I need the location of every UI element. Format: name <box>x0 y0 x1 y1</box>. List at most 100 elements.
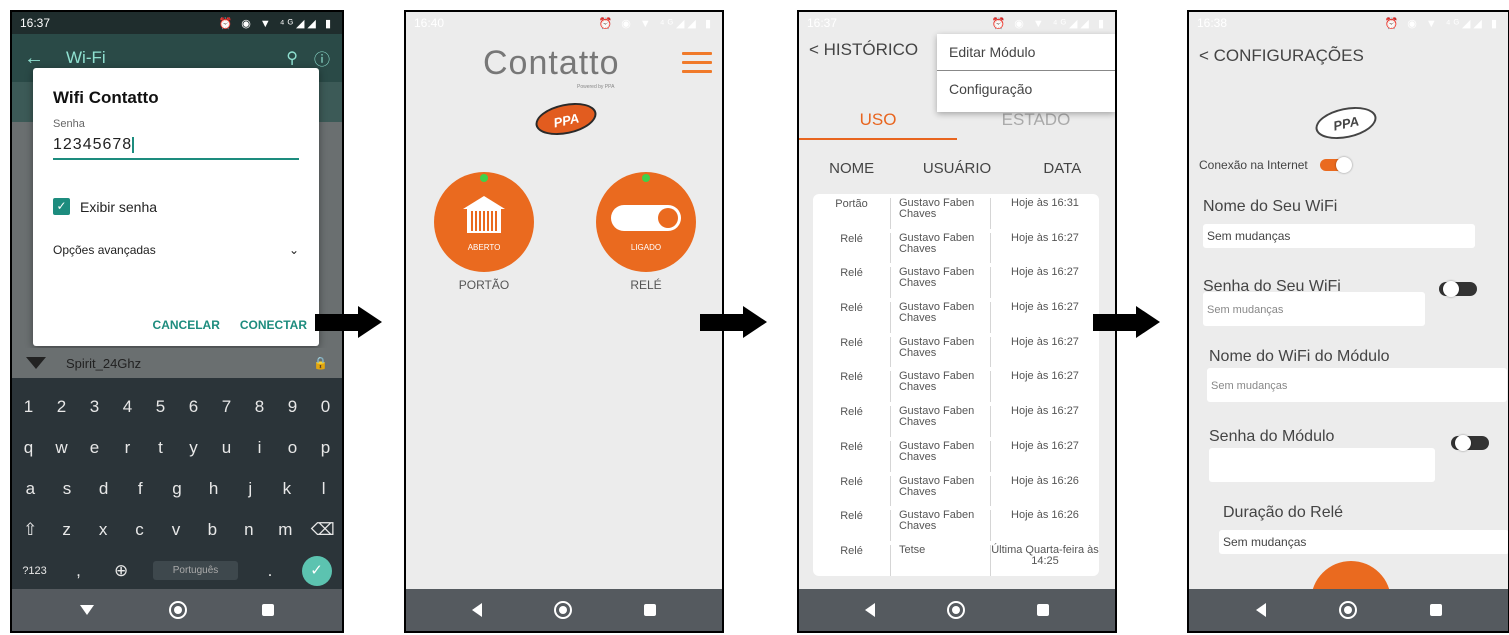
keyboard-key[interactable]: e <box>84 438 106 458</box>
advanced-options[interactable]: Opções avançadas ⌄ <box>53 243 299 257</box>
settings-back-title[interactable]: < CONFIGURAÇÕES <box>1199 46 1364 66</box>
keyboard-key[interactable]: 6 <box>183 397 205 417</box>
recents-icon[interactable] <box>262 604 275 616</box>
keyboard-key[interactable]: 0 <box>315 397 337 417</box>
menu-item-configuration[interactable]: Configuração <box>937 71 1115 107</box>
keyboard-key[interactable]: k <box>276 479 298 499</box>
home-icon[interactable] <box>168 601 187 619</box>
keyboard-key[interactable]: t <box>150 438 172 458</box>
keyboard-key[interactable]: r <box>117 438 139 458</box>
home-icon[interactable] <box>554 601 572 619</box>
keyboard-key[interactable]: 7 <box>216 397 238 417</box>
relay-duration-field[interactable]: Sem mudanças <box>1219 530 1508 554</box>
keyboard-key[interactable]: w <box>51 438 73 458</box>
keyboard-key[interactable]: y <box>183 438 205 458</box>
home-icon[interactable] <box>1338 601 1357 619</box>
status-time: 16:38 <box>1197 16 1228 30</box>
globe-icon[interactable]: ⊕ <box>110 561 132 581</box>
comma-key[interactable]: , <box>67 561 89 581</box>
keyboard-function-row: ?123 , ⊕ Português . ✓ <box>12 550 342 591</box>
keyboard-key[interactable]: ⌫ <box>311 520 335 540</box>
module-wifi-field[interactable]: Sem mudanças <box>1207 368 1507 402</box>
gate-button[interactable]: ABERTO <box>434 172 534 272</box>
keyboard-key[interactable]: v <box>165 520 187 540</box>
table-row: Relé Gustavo Faben Chaves Hoje às 16:27 <box>813 229 1099 264</box>
internet-connection-row: Conexão na Internet <box>1199 157 1352 173</box>
history-back-title[interactable]: < HISTÓRICO <box>809 40 918 60</box>
dialog-title: Wifi Contatto <box>53 88 159 107</box>
back-arrow-icon[interactable]: ← <box>24 47 44 70</box>
module-password-field[interactable] <box>1209 448 1435 482</box>
password-input[interactable]: 12345678 <box>53 136 299 160</box>
internet-toggle[interactable] <box>1319 157 1352 173</box>
enter-key[interactable]: ✓ <box>301 555 332 586</box>
menu-item-edit-module[interactable]: Editar Módulo <box>937 34 1115 71</box>
keyboard-key[interactable]: 1 <box>18 397 40 417</box>
keyboard-key[interactable]: x <box>92 520 114 540</box>
keyboard-key[interactable]: 2 <box>51 397 73 417</box>
cell-usuario: Gustavo Faben Chaves <box>891 440 991 472</box>
back-icon[interactable] <box>865 603 875 617</box>
connect-button[interactable]: CONECTAR <box>240 318 307 332</box>
keyboard-key[interactable]: a <box>19 479 41 499</box>
keyboard-key[interactable]: h <box>203 479 225 499</box>
keyboard-key[interactable]: l <box>313 479 335 499</box>
wifi-name-field[interactable]: Sem mudanças <box>1203 224 1475 248</box>
hide-keyboard-icon[interactable] <box>79 605 94 615</box>
keyboard-key[interactable]: ⇧ <box>19 520 41 540</box>
relay-button[interactable]: LIGADO <box>596 172 696 272</box>
keyboard-key[interactable]: b <box>201 520 223 540</box>
keyboard-key[interactable]: q <box>18 438 40 458</box>
hamburger-menu-icon[interactable] <box>682 52 712 79</box>
recents-icon[interactable] <box>1429 604 1442 616</box>
gate-device[interactable]: ABERTO PORTÃO <box>434 172 534 292</box>
keyboard-key[interactable]: j <box>239 479 261 499</box>
keyboard-key[interactable]: z <box>56 520 78 540</box>
keyboard-key[interactable]: f <box>129 479 151 499</box>
back-icon[interactable] <box>1255 603 1266 617</box>
cell-usuario: Gustavo Faben Chaves <box>891 302 991 333</box>
cancel-button[interactable]: CANCELAR <box>153 318 220 332</box>
space-key[interactable]: Português <box>152 561 239 580</box>
keyboard-key[interactable]: 8 <box>249 397 271 417</box>
wifi-password-visibility-toggle[interactable] <box>1439 281 1477 297</box>
keyboard-key[interactable]: m <box>274 520 296 540</box>
module-password-visibility-toggle[interactable] <box>1451 435 1489 451</box>
keyboard-key[interactable]: 9 <box>282 397 304 417</box>
symbols-key[interactable]: ?123 <box>22 565 46 577</box>
cell-usuario: Gustavo Faben Chaves <box>891 232 991 264</box>
help-icon[interactable]: ⓘ <box>314 46 330 70</box>
keyboard-key[interactable]: i <box>249 438 271 458</box>
relay-device[interactable]: LIGADO RELÉ <box>596 172 696 292</box>
keyboard-key[interactable]: d <box>93 479 115 499</box>
keyboard-key[interactable]: g <box>166 479 188 499</box>
recents-icon[interactable] <box>1037 604 1049 616</box>
tab-uso[interactable]: USO <box>799 104 957 140</box>
keyboard-key[interactable]: o <box>282 438 304 458</box>
home-icon[interactable] <box>947 601 965 619</box>
cell-data: Hoje às 16:26 <box>1011 509 1079 522</box>
password-value: 12345678 <box>53 136 133 153</box>
search-icon[interactable]: ⚲ <box>286 48 298 68</box>
keyboard-key[interactable]: n <box>238 520 260 540</box>
wifi-network-item[interactable]: Spirit_24Ghz 🔒 <box>12 348 342 378</box>
period-key[interactable]: . <box>259 561 281 581</box>
keyboard-key[interactable]: 3 <box>84 397 106 417</box>
keyboard-key[interactable]: s <box>56 479 78 499</box>
keyboard-key[interactable]: u <box>216 438 238 458</box>
keyboard-key[interactable]: c <box>129 520 151 540</box>
wifi-password-field[interactable]: Sem mudanças <box>1203 292 1425 326</box>
status-time: 16:37 <box>807 16 838 30</box>
back-icon[interactable] <box>472 603 482 617</box>
col-data: DATA <box>1043 160 1082 177</box>
keyboard-key[interactable]: 4 <box>117 397 139 417</box>
cell-usuario: Gustavo Faben Chaves <box>891 406 991 437</box>
table-row: Portão Gustavo Faben Chaves Hoje às 16:31 <box>813 194 1099 229</box>
recents-icon[interactable] <box>644 604 656 616</box>
cell-nome: Relé <box>813 544 891 576</box>
keyboard-key[interactable]: 5 <box>150 397 172 417</box>
show-password-checkbox[interactable]: ✓ Exibir senha <box>53 198 299 215</box>
cell-data: Última Quarta-feira às 14:25 <box>991 543 1099 567</box>
keyboard-key[interactable]: p <box>315 438 337 458</box>
cell-data: Hoje às 16:27 <box>1011 231 1079 244</box>
